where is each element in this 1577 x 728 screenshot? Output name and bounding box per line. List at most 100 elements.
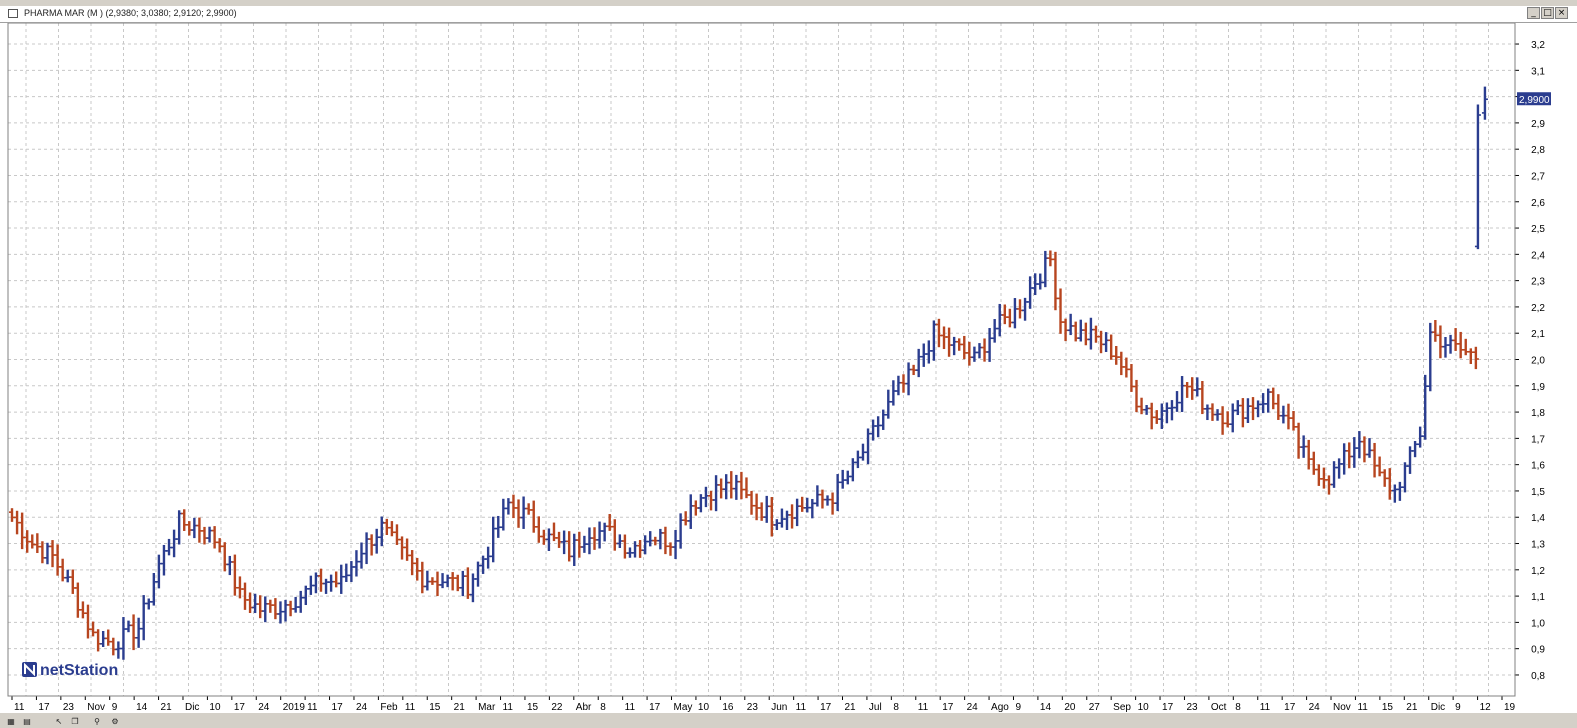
minimize-icon[interactable]: _ [1527, 7, 1540, 19]
date-tick-label: 21 [844, 702, 856, 713]
cursor-tool-icon[interactable]: ↖ [54, 718, 64, 726]
date-tick-label: Ago [991, 702, 1009, 713]
price-tick-label: 1,4 [1531, 513, 1545, 524]
price-tick-label: 1,7 [1531, 434, 1545, 445]
chart-area[interactable]: 0,8 0,9 1,0 1,1 1,2 1,3 1,4 1,5 1,6 1,7 1,8 1,9 2,0 2… [0, 22, 1577, 713]
date-tick-label: 15 [1382, 702, 1394, 713]
chart-window-titlebar[interactable]: PHARMA MAR (M ) (2,9380; 3,0380; 2,9120;… [0, 6, 1577, 23]
date-tick-label: 10 [698, 702, 710, 713]
date-tick-label: 20 [1064, 702, 1076, 713]
bottom-toolbar: ▦ ▤ ↖ ❐ ⚲ ⚙ [0, 716, 1577, 728]
date-tick-label: 11 [918, 702, 929, 713]
date-tick-label: 17 [820, 702, 832, 713]
date-tick-label: 21 [454, 702, 466, 713]
date-tick-label: 23 [1186, 702, 1198, 713]
date-tick-label: 16 [722, 702, 734, 713]
date-tick-label: 23 [747, 702, 759, 713]
date-tick-label: 14 [136, 702, 148, 713]
date-tick-label: 8 [893, 702, 899, 713]
price-tick-label: 1,1 [1531, 592, 1545, 603]
copy-tool-icon[interactable]: ❐ [70, 718, 80, 726]
price-tick-label: 2,1 [1531, 329, 1545, 340]
price-tick-label: 1,9 [1531, 382, 1545, 393]
price-chart[interactable]: 0,8 0,9 1,0 1,1 1,2 1,3 1,4 1,5 1,6 1,7 1,8 1,9 2,0 2… [0, 22, 1577, 713]
price-tick-label: 2,3 [1531, 277, 1545, 288]
date-tick-label: 17 [332, 702, 344, 713]
date-tick-label: 21 [161, 702, 173, 713]
date-tick-label: 11 [405, 702, 416, 713]
date-tick-label: 17 [942, 702, 954, 713]
date-tick-label: Nov [87, 702, 105, 713]
date-tick-label: 11 [14, 702, 25, 713]
date-tick-label: 17 [1162, 702, 1174, 713]
date-tick-label: 9 [112, 702, 118, 713]
date-tick-label: 11 [796, 702, 807, 713]
price-tick-label: 2,4 [1531, 250, 1545, 261]
date-tick-label: 15 [429, 702, 441, 713]
grid-tool-icon[interactable]: ▦ [6, 718, 16, 726]
date-tick-label: 24 [356, 702, 368, 713]
date-tick-label: 24 [967, 702, 979, 713]
date-tick-label: 24 [1309, 702, 1321, 713]
last-price-marker: 2,9900 [1517, 92, 1551, 106]
date-tick-label: Dic [1431, 702, 1445, 713]
date-tick-label: May [674, 702, 693, 713]
date-tick-label: 22 [551, 702, 563, 713]
zoom-tool-icon[interactable]: ⚲ [92, 718, 102, 726]
date-tick-label: 12 [1480, 702, 1492, 713]
date-tick-label: 8 [1235, 702, 1241, 713]
last-price-label: 2,9900 [1519, 95, 1550, 106]
close-icon[interactable]: × [1555, 7, 1568, 19]
price-tick-label: 1,8 [1531, 408, 1545, 419]
price-tick-label: 0,9 [1531, 645, 1545, 656]
price-tick-label: 2,2 [1531, 303, 1545, 314]
price-tick-label: 1,3 [1531, 540, 1545, 551]
price-tick-label: 1,0 [1531, 618, 1545, 629]
price-tick-label: 1,6 [1531, 461, 1545, 472]
price-tick-label: 2,8 [1531, 145, 1545, 156]
date-tick-label: 24 [258, 702, 270, 713]
date-tick-label: 15 [527, 702, 539, 713]
date-tick-label: 11 [1357, 702, 1368, 713]
date-tick-label: 9 [1015, 702, 1021, 713]
date-tick-label: Sep [1113, 702, 1131, 713]
date-tick-label: 11 [503, 702, 514, 713]
date-tick-label: Jun [771, 702, 787, 713]
date-tick-label: 11 [625, 702, 636, 713]
chart-window-icon [8, 9, 18, 18]
date-tick-label: Nov [1333, 702, 1351, 713]
price-tick-label: 1,5 [1531, 487, 1545, 498]
price-tick-label: 2,9 [1531, 119, 1545, 130]
date-tick-label: Dic [185, 702, 199, 713]
date-tick-label: 17 [1284, 702, 1296, 713]
date-tick-label: 11 [307, 702, 318, 713]
date-tick-label: 17 [38, 702, 50, 713]
date-tick-label: 23 [63, 702, 75, 713]
chart-window-title: PHARMA MAR (M ) (2,9380; 3,0380; 2,9120;… [24, 8, 237, 18]
price-tick-label: 2,5 [1531, 224, 1545, 235]
date-tick-label: 8 [600, 702, 606, 713]
date-tick-label: 21 [1406, 702, 1418, 713]
price-tick-label: 3,1 [1531, 66, 1545, 77]
date-tick-label: 17 [234, 702, 246, 713]
settings-tool-icon[interactable]: ⚙ [110, 718, 120, 726]
date-tick-label: 10 [1138, 702, 1150, 713]
date-tick-label: 10 [209, 702, 221, 713]
chart-background [0, 23, 1577, 713]
logo-text: netStation [40, 662, 118, 679]
date-tick-label: 9 [1455, 702, 1461, 713]
date-tick-label: 17 [649, 702, 661, 713]
price-tick-label: 2,6 [1531, 198, 1545, 209]
date-tick-label: Jul [869, 702, 882, 713]
price-tick-label: 2,0 [1531, 356, 1545, 367]
table-tool-icon[interactable]: ▤ [22, 718, 32, 726]
date-tick-label: Mar [478, 702, 496, 713]
price-tick-label: 3,2 [1531, 40, 1545, 51]
date-tick-label: Abr [576, 702, 592, 713]
price-tick-label: 2,7 [1531, 171, 1545, 182]
maximize-icon[interactable]: □ [1541, 7, 1554, 19]
price-tick-label: 0,8 [1531, 671, 1545, 682]
date-tick-label: 27 [1089, 702, 1101, 713]
date-tick-label: 2019 [283, 702, 306, 713]
date-tick-label: 19 [1504, 702, 1516, 713]
